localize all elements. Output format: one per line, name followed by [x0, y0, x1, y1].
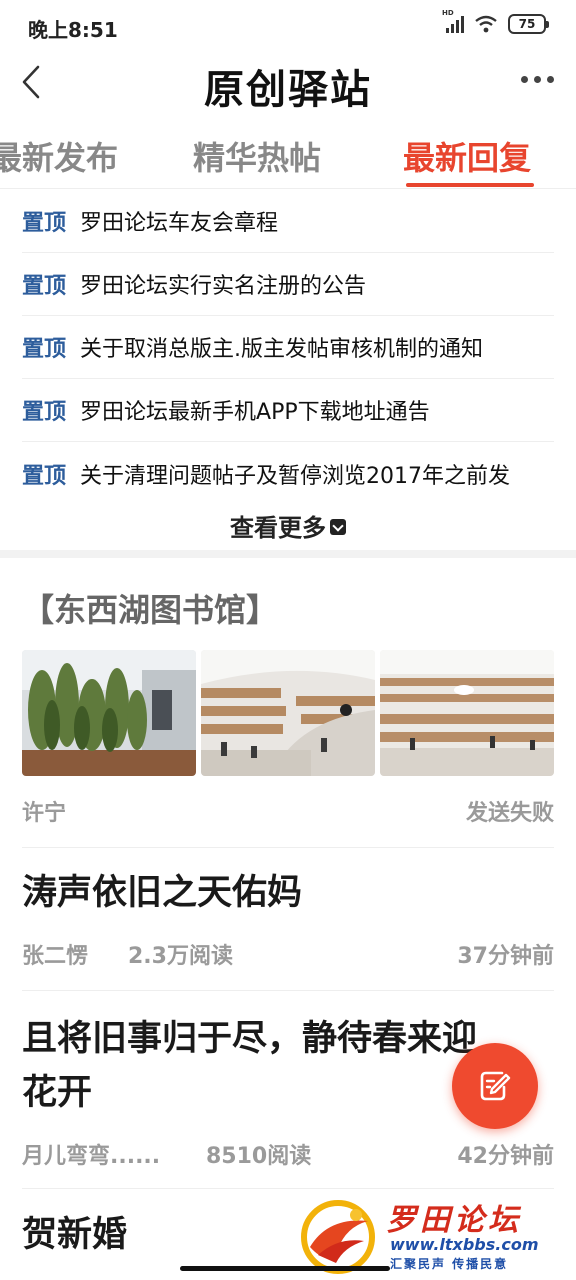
status-time: 晚上8:51: [28, 18, 118, 42]
see-more-label: 查看更多: [230, 514, 326, 542]
divider: [22, 990, 554, 991]
wifi-icon: [475, 15, 497, 33]
tab-latest-posts[interactable]: 最新发布: [0, 133, 118, 179]
pinned-tag: 置顶: [22, 274, 67, 299]
pinned-tag: 置顶: [22, 400, 67, 425]
pinned-item[interactable]: 置顶 关于清理问题帖子及暂停浏览2017年之前发: [22, 442, 554, 505]
send-status: 发送失败: [465, 801, 554, 826]
post-image[interactable]: [201, 650, 375, 776]
pinned-tag: 置顶: [22, 337, 67, 362]
home-indicator[interactable]: [180, 1266, 390, 1271]
active-tab-indicator: [406, 183, 534, 187]
tab-latest-replies[interactable]: 最新回复: [403, 133, 531, 179]
forum-slogan: 汇聚民声 传播民意: [390, 1257, 509, 1271]
pinned-list: 置顶 罗田论坛车友会章程 置顶 罗田论坛实行实名注册的公告 置顶 关于取消总版主…: [0, 190, 576, 505]
feed-item-meta: 许宁 发送失败: [22, 795, 554, 827]
battery-level: 75: [518, 17, 536, 31]
battery-icon: 75: [508, 14, 549, 34]
author-name[interactable]: 张二愣: [22, 944, 88, 969]
more-options-icon[interactable]: [521, 76, 554, 83]
pinned-item[interactable]: 置顶 罗田论坛最新手机APP下载地址通告: [22, 379, 554, 442]
feed-item-title[interactable]: 且将旧事归于尽，静待春来迎花开: [22, 1012, 506, 1120]
page-title: 原创驿站: [204, 67, 372, 113]
feed-item-images[interactable]: [22, 650, 554, 776]
read-count: 2.3万阅读: [128, 944, 233, 969]
pinned-title: 罗田论坛车友会章程: [80, 211, 279, 236]
pinned-title: 关于清理问题帖子及暂停浏览2017年之前发: [80, 463, 511, 489]
feed-item-meta: 月儿弯弯...... 8510阅读 42分钟前: [22, 1138, 554, 1170]
author-name[interactable]: 许宁: [22, 801, 66, 826]
read-count: 8510阅读: [206, 1144, 312, 1169]
tab-bar: 最新发布 精华热帖 最新回复: [0, 125, 576, 189]
feed-item-title[interactable]: 【东西湖图书馆】: [22, 585, 278, 631]
divider: [22, 847, 554, 848]
pinned-tag: 置顶: [22, 463, 67, 489]
see-more-button[interactable]: 查看更多: [0, 508, 576, 543]
edit-icon: [480, 1071, 511, 1101]
post-image[interactable]: [22, 650, 196, 776]
app-header: 原创驿站: [0, 52, 576, 113]
pinned-item[interactable]: 置顶 罗田论坛车友会章程: [22, 190, 554, 253]
status-bar: 晚上8:51 HD 75: [0, 0, 576, 56]
post-time: 42分钟前: [457, 1144, 554, 1169]
pinned-title: 罗田论坛最新手机APP下载地址通告: [80, 400, 430, 425]
pinned-item[interactable]: 置顶 罗田论坛实行实名注册的公告: [22, 253, 554, 316]
post-time: 37分钟前: [457, 944, 554, 969]
divider: [22, 1188, 554, 1189]
forum-logo-emblem: [301, 1200, 375, 1274]
pinned-tag: 置顶: [22, 211, 67, 236]
signal-icon: HD: [442, 9, 464, 33]
pinned-item[interactable]: 置顶 关于取消总版主.版主发帖审核机制的通知: [22, 316, 554, 379]
network-label: HD: [442, 9, 454, 17]
post-image[interactable]: [380, 650, 554, 776]
feed-item-title[interactable]: 涛声依旧之天佑妈: [22, 866, 554, 920]
chevron-down-icon: [330, 519, 346, 535]
forum-url: www.ltxbbs.com: [390, 1235, 539, 1254]
pinned-title: 罗田论坛实行实名注册的公告: [80, 274, 367, 299]
section-separator: [0, 550, 576, 558]
tab-featured[interactable]: 精华热帖: [193, 133, 321, 179]
author-name[interactable]: 月儿弯弯......: [22, 1144, 160, 1169]
pinned-title: 关于取消总版主.版主发帖审核机制的通知: [80, 337, 484, 362]
feed-item-meta: 张二愣 2.3万阅读 37分钟前: [22, 938, 554, 970]
compose-button[interactable]: [452, 1043, 538, 1129]
forum-logo-name: 罗田论坛: [386, 1203, 522, 1238]
status-icons: HD 75: [442, 9, 549, 34]
